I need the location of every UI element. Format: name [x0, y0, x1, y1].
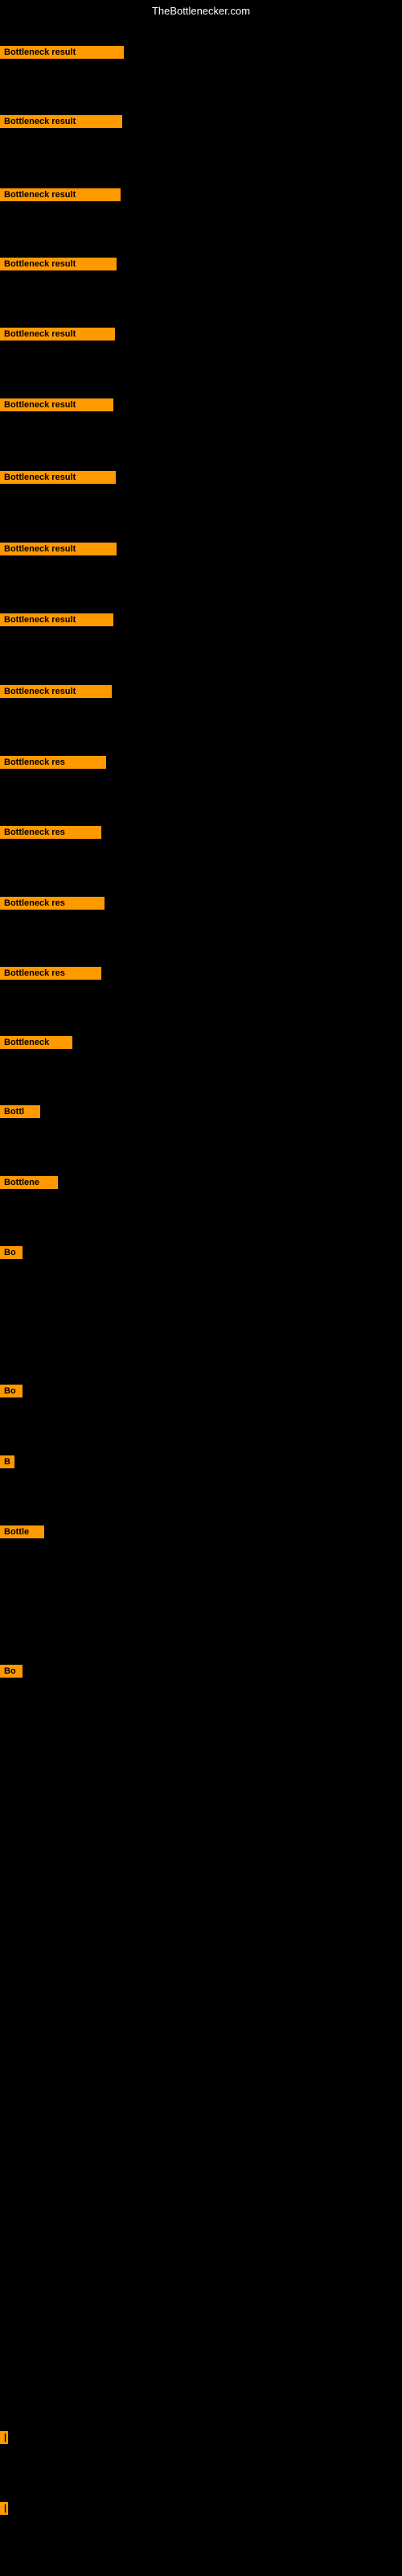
bottleneck-badge-b22[interactable]: Bo: [0, 1665, 23, 1678]
bottleneck-badge-b5[interactable]: Bottleneck result: [0, 328, 115, 341]
bottleneck-badge-b23[interactable]: |: [0, 2431, 8, 2444]
bottleneck-badge-b17[interactable]: Bottlene: [0, 1176, 58, 1189]
site-title: TheBottlenecker.com: [0, 5, 402, 17]
bottleneck-badge-b12[interactable]: Bottleneck res: [0, 826, 101, 839]
bottleneck-badge-b18[interactable]: Bo: [0, 1246, 23, 1259]
bottleneck-badge-b7[interactable]: Bottleneck result: [0, 471, 116, 484]
bottleneck-badge-b9[interactable]: Bottleneck result: [0, 613, 113, 626]
bottleneck-badge-b2[interactable]: Bottleneck result: [0, 115, 122, 128]
bottleneck-badge-b16[interactable]: Bottl: [0, 1105, 40, 1118]
bottleneck-badge-b14[interactable]: Bottleneck res: [0, 967, 101, 980]
bottleneck-badge-b4[interactable]: Bottleneck result: [0, 258, 117, 270]
bottleneck-badge-b20[interactable]: B: [0, 1455, 14, 1468]
bottleneck-badge-b3[interactable]: Bottleneck result: [0, 188, 121, 201]
bottleneck-badge-b13[interactable]: Bottleneck res: [0, 897, 105, 910]
bottleneck-badge-b15[interactable]: Bottleneck: [0, 1036, 72, 1049]
bottleneck-badge-b21[interactable]: Bottle: [0, 1525, 44, 1538]
bottleneck-badge-b19[interactable]: Bo: [0, 1385, 23, 1397]
bottleneck-badge-b10[interactable]: Bottleneck result: [0, 685, 112, 698]
bottleneck-badge-b1[interactable]: Bottleneck result: [0, 46, 124, 59]
bottleneck-badge-b11[interactable]: Bottleneck res: [0, 756, 106, 769]
bottleneck-badge-b6[interactable]: Bottleneck result: [0, 398, 113, 411]
bottleneck-badge-b24[interactable]: |: [0, 2502, 8, 2515]
bottleneck-badge-b8[interactable]: Bottleneck result: [0, 543, 117, 555]
